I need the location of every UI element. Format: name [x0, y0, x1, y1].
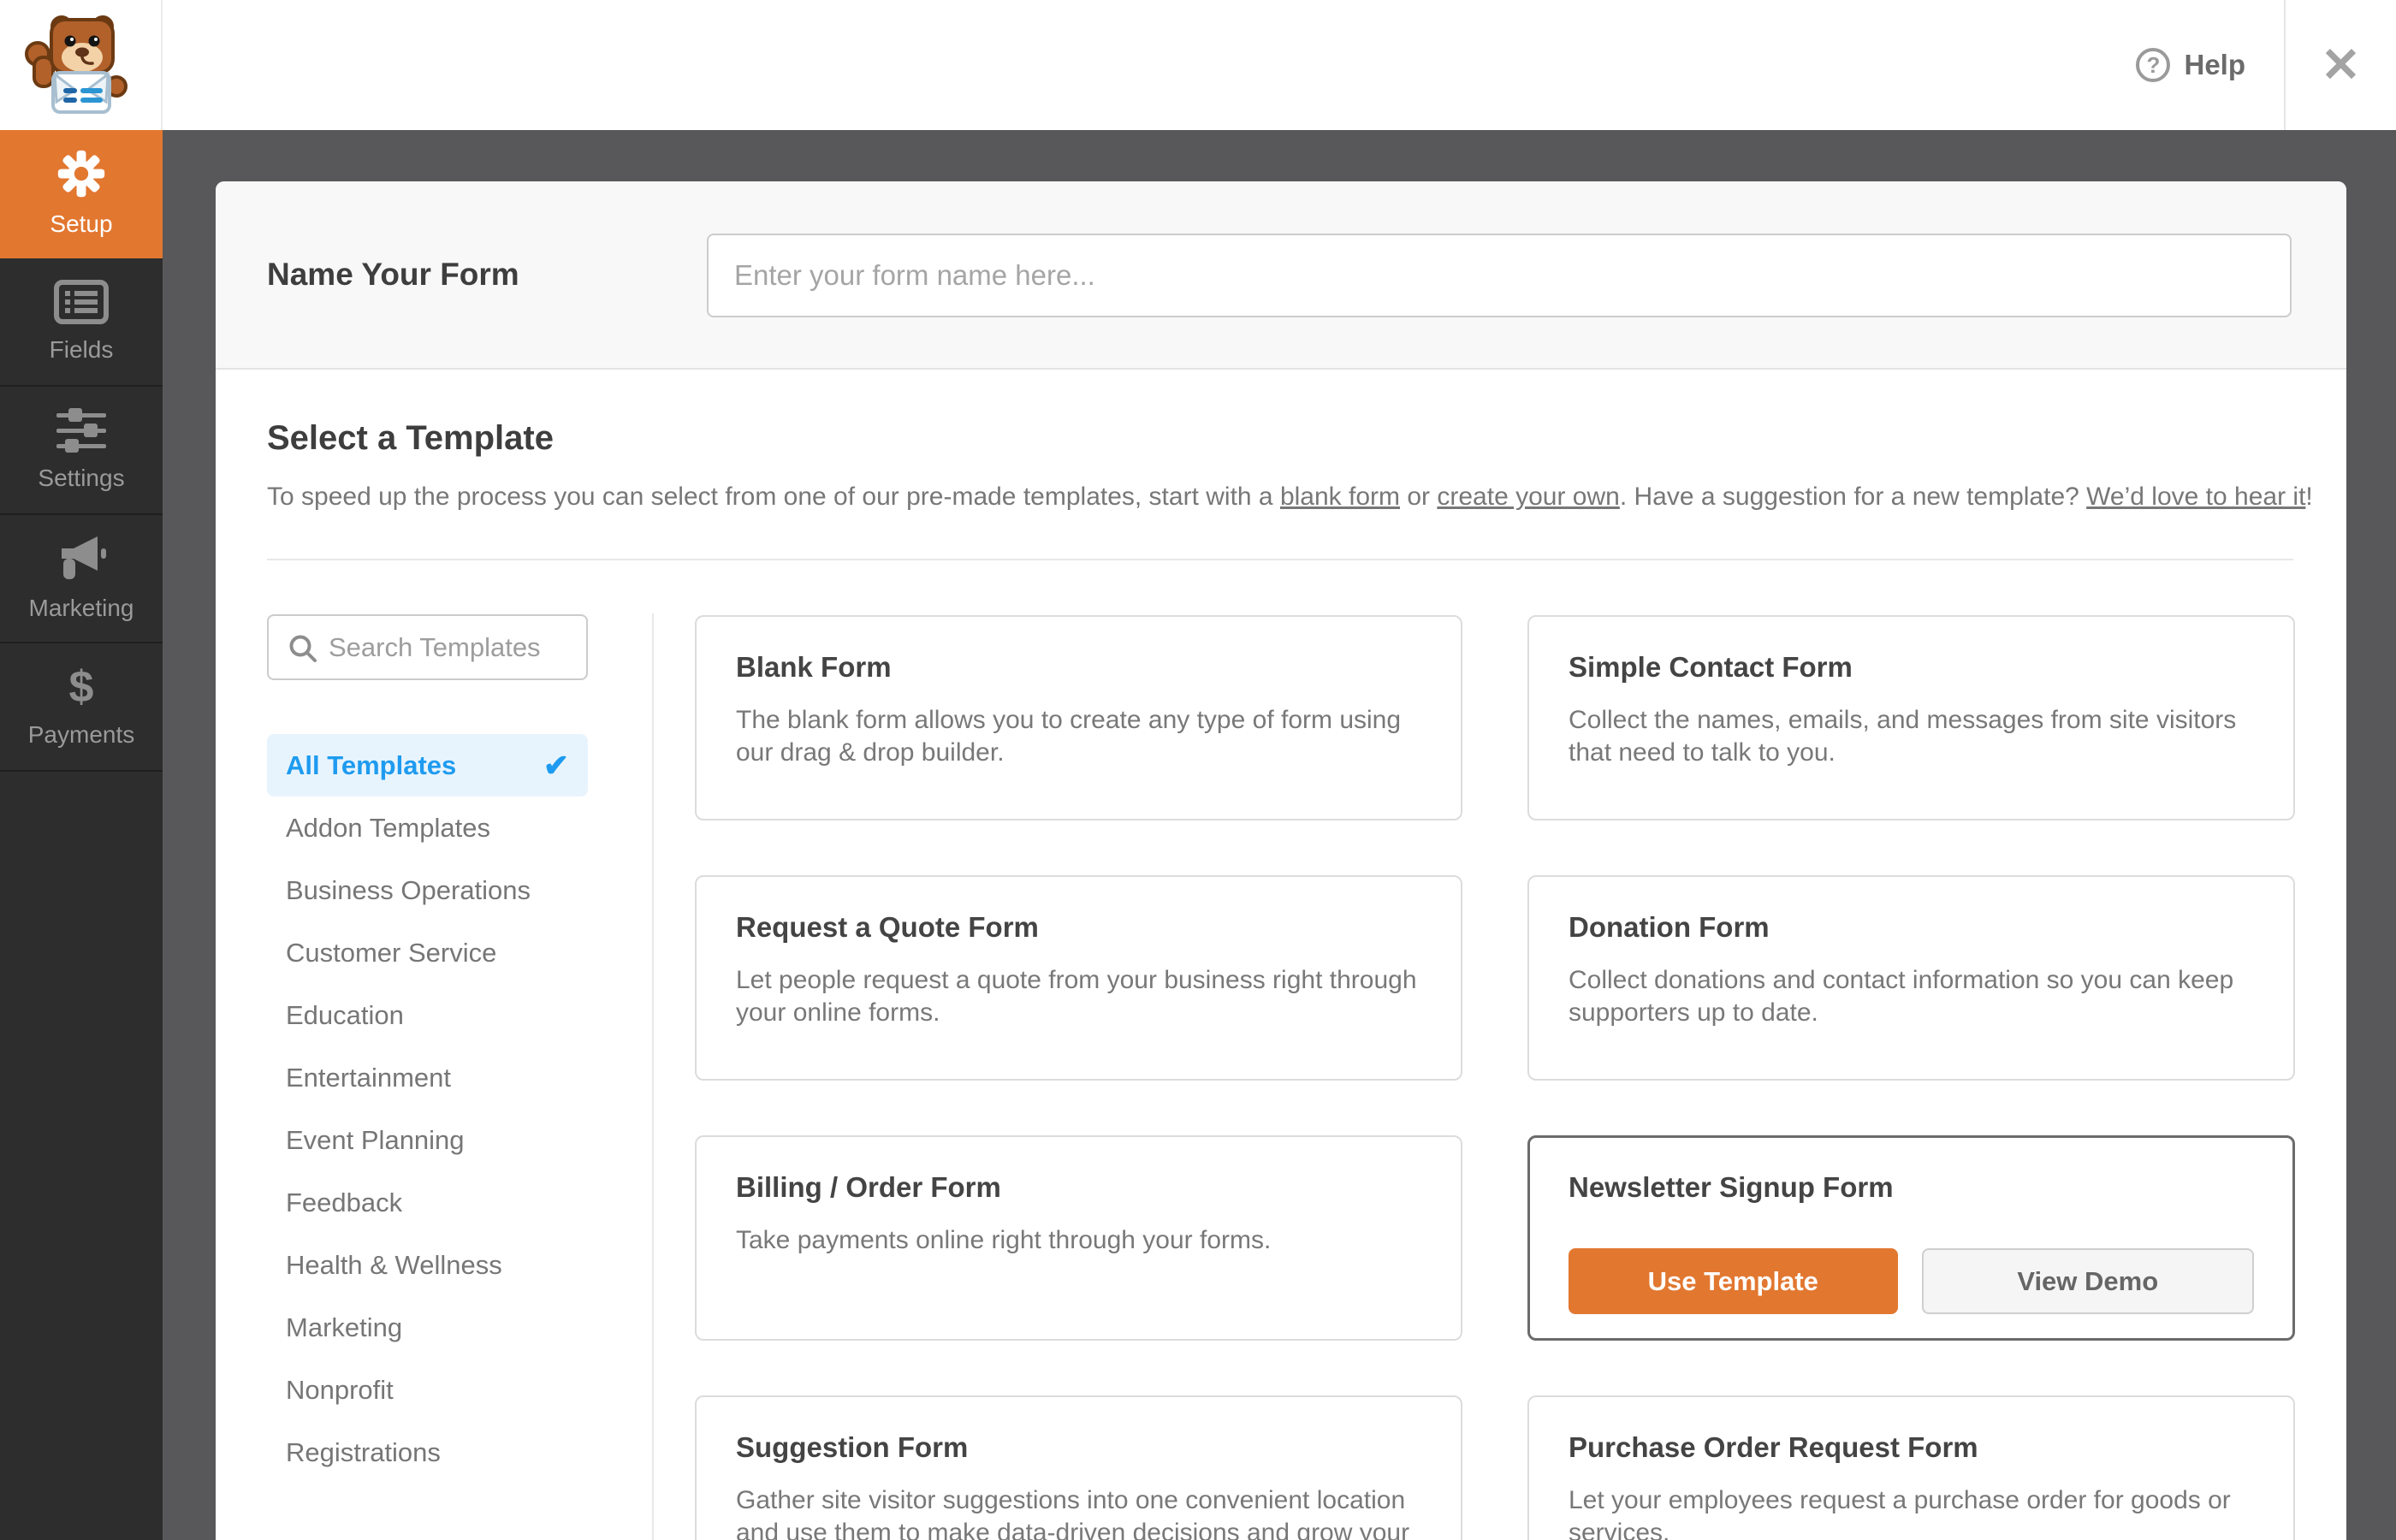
category-label: Customer Service — [286, 937, 497, 968]
category-label: Nonprofit — [286, 1374, 394, 1405]
template-description: Let people request a quote from your bus… — [736, 966, 1417, 1027]
category-label: Entertainment — [286, 1062, 451, 1093]
template-card-billing-order-form[interactable]: Billing / Order Form Take payments onlin… — [695, 1135, 1462, 1341]
section-divider — [267, 559, 2293, 560]
create-your-own-link[interactable]: create your own — [1437, 483, 1619, 511]
wpforms-mascot-icon — [25, 15, 128, 114]
sidebar-item-label: Payments — [27, 721, 135, 748]
template-name: Newsletter Signup Form — [1569, 1171, 1894, 1203]
setup-panel: Name Your Form Select a Template To spee… — [216, 181, 2346, 1540]
sidebar-item-label: Marketing — [28, 595, 134, 621]
category-label: Feedback — [286, 1187, 403, 1217]
builder-sidebar: Setup Fields Settings Marketing $ Paymen… — [0, 130, 163, 1540]
category-all-templates[interactable]: All Templates ✔ — [267, 734, 588, 797]
intro-text: To speed up the process you can select f… — [267, 483, 1280, 511]
category-business-operations[interactable]: Business Operations — [267, 859, 588, 921]
category-addon-templates[interactable]: Addon Templates — [267, 797, 588, 859]
category-registrations[interactable]: Registrations — [267, 1421, 588, 1484]
close-builder-button[interactable]: ✕ — [2286, 0, 2396, 130]
check-icon: ✔ — [543, 747, 569, 783]
template-card-donation-form[interactable]: Donation Form Collect donations and cont… — [1527, 875, 2295, 1081]
topbar: ? Help ✕ — [0, 0, 2396, 130]
template-grid: Blank Form The blank form allows you to … — [695, 615, 2295, 1540]
form-name-section: Name Your Form — [216, 181, 2346, 370]
form-name-title: Name Your Form — [267, 257, 519, 292]
template-name: Request a Quote Form — [736, 911, 1039, 943]
template-name: Suggestion Form — [736, 1431, 969, 1463]
sidebar-item-payments[interactable]: $ Payments — [0, 643, 163, 772]
category-health-wellness[interactable]: Health & Wellness — [267, 1234, 588, 1296]
intro-text: or — [1400, 483, 1438, 511]
category-label: All Templates — [286, 749, 457, 780]
select-template-intro: To speed up the process you can select f… — [267, 483, 2313, 512]
category-label: Addon Templates — [286, 812, 490, 843]
sidebar-item-settings[interactable]: Settings — [0, 387, 163, 515]
category-nonprofit[interactable]: Nonprofit — [267, 1359, 588, 1421]
form-name-input[interactable] — [707, 234, 2292, 317]
template-search — [267, 614, 588, 680]
category-marketing[interactable]: Marketing — [267, 1296, 588, 1359]
category-label: Education — [286, 999, 404, 1030]
search-icon — [289, 635, 317, 662]
sidebar-item-marketing[interactable]: Marketing — [0, 515, 163, 643]
dollar-icon: $ — [68, 662, 94, 712]
template-description: Collect the names, emails, and messages … — [1569, 706, 2237, 767]
template-name: Blank Form — [736, 651, 892, 683]
template-description: Let your employees request a purchase or… — [1569, 1486, 2231, 1540]
template-card-simple-contact-form[interactable]: Simple Contact Form Collect the names, e… — [1527, 615, 2295, 820]
category-entertainment[interactable]: Entertainment — [267, 1046, 588, 1109]
category-label: Business Operations — [286, 874, 531, 905]
category-label: Registrations — [286, 1436, 441, 1467]
suggest-template-link[interactable]: We’d love to hear it — [2086, 483, 2305, 511]
template-categories: All Templates ✔ Addon Templates Business… — [267, 734, 588, 1484]
wpforms-logo — [0, 0, 163, 130]
template-description: Gather site visitor suggestions into one… — [736, 1486, 1410, 1540]
intro-text: ! — [2305, 483, 2313, 511]
use-template-button[interactable]: Use Template — [1569, 1248, 1898, 1314]
help-icon: ? — [2136, 48, 2171, 82]
intro-text: . Have a suggestion for a new template? — [1619, 483, 2087, 511]
sliders-icon — [56, 408, 106, 453]
template-description: Collect donations and contact informatio… — [1569, 966, 2234, 1027]
category-education[interactable]: Education — [267, 984, 588, 1046]
template-card-suggestion-form[interactable]: Suggestion Form Gather site visitor sugg… — [695, 1395, 1462, 1540]
sidebar-item-label: Fields — [49, 336, 114, 363]
sidebar-item-label: Settings — [38, 465, 125, 491]
view-demo-button[interactable]: View Demo — [1921, 1248, 2254, 1314]
column-divider — [652, 613, 654, 1540]
category-label: Health & Wellness — [286, 1249, 502, 1280]
fields-list-icon — [54, 280, 109, 324]
search-templates-input[interactable] — [329, 618, 585, 677]
template-card-actions: Use Template View Demo — [1569, 1248, 2254, 1314]
select-template-title: Select a Template — [267, 419, 554, 457]
help-button[interactable]: ? Help — [2136, 0, 2245, 130]
template-name: Billing / Order Form — [736, 1171, 1001, 1203]
category-customer-service[interactable]: Customer Service — [267, 921, 588, 984]
template-card-newsletter-signup-form[interactable]: Newsletter Signup Form Use Template View… — [1527, 1135, 2295, 1341]
close-icon: ✕ — [2321, 38, 2361, 92]
sidebar-item-setup[interactable]: Setup — [0, 130, 163, 258]
help-label: Help — [2184, 49, 2245, 80]
template-card-blank-form[interactable]: Blank Form The blank form allows you to … — [695, 615, 1462, 820]
template-name: Simple Contact Form — [1569, 651, 1853, 683]
sidebar-item-fields[interactable]: Fields — [0, 258, 163, 387]
category-feedback[interactable]: Feedback — [267, 1171, 588, 1234]
template-name: Donation Form — [1569, 911, 1770, 943]
template-card-purchase-order-request-form[interactable]: Purchase Order Request Form Let your emp… — [1527, 1395, 2295, 1540]
gear-icon — [57, 150, 105, 198]
form-builder-screen: ? Help ✕ Setup Fields Settings Marketing… — [0, 0, 2396, 1540]
category-label: Event Planning — [286, 1124, 465, 1155]
category-label: Marketing — [286, 1312, 403, 1342]
template-name: Purchase Order Request Form — [1569, 1431, 1978, 1463]
template-description: Take payments online right through your … — [736, 1226, 1272, 1254]
template-description: The blank form allows you to create any … — [736, 706, 1402, 767]
megaphone-icon — [62, 536, 106, 579]
sidebar-item-label: Setup — [50, 210, 113, 237]
template-card-request-a-quote-form[interactable]: Request a Quote Form Let people request … — [695, 875, 1462, 1081]
blank-form-link[interactable]: blank form — [1280, 483, 1400, 511]
category-event-planning[interactable]: Event Planning — [267, 1109, 588, 1171]
